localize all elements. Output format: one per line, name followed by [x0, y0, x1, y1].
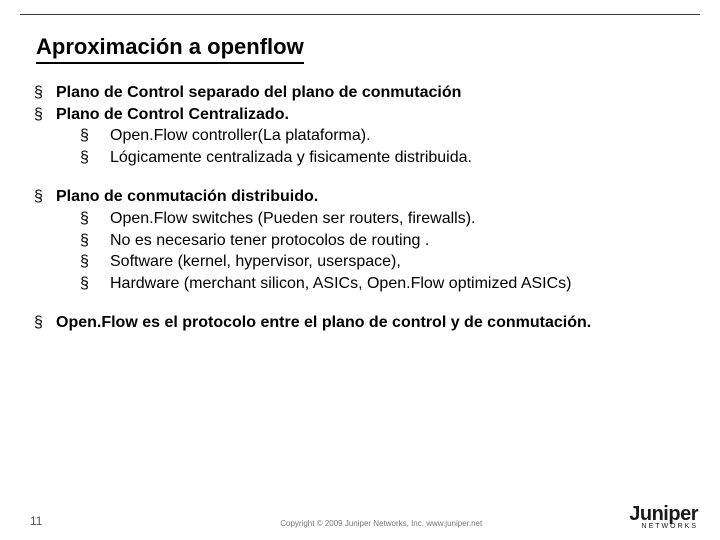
bullet-group: §Plano de Control separado del plano de …: [34, 82, 690, 168]
top-rule: [20, 14, 700, 15]
sub-bullet-text: Lógicamente centralizada y fisicamente d…: [110, 147, 690, 169]
sub-bullet-item: §Lógicamente centralizada y fisicamente …: [34, 147, 690, 169]
bullet-text: Plano de conmutación distribuido.: [56, 186, 690, 208]
bullet-text: Open.Flow es el protocolo entre el plano…: [56, 312, 690, 334]
slide-title: Aproximación a openflow: [36, 34, 304, 64]
bullet-text: Plano de Control separado del plano de c…: [56, 82, 690, 104]
bullet-icon: §: [80, 251, 110, 273]
sub-bullet-item: §Hardware (merchant silicon, ASICs, Open…: [34, 273, 690, 295]
footer: 11 Copyright © 2009 Juniper Networks, In…: [0, 514, 720, 528]
bullet-item: §Open.Flow es el protocolo entre el plan…: [34, 312, 690, 334]
bullet-icon: §: [80, 147, 110, 169]
bullet-icon: §: [34, 104, 56, 126]
sub-bullet-text: Hardware (merchant silicon, ASICs, Open.…: [110, 273, 690, 295]
sub-bullet-item: §Open.Flow controller(La plataforma).: [34, 125, 690, 147]
bullet-icon: §: [80, 125, 110, 147]
sub-bullet-text: Software (kernel, hypervisor, userspace)…: [110, 251, 690, 273]
copyright: Copyright © 2009 Juniper Networks, Inc. …: [72, 519, 690, 528]
bullet-item: §Plano de conmutación distribuido.: [34, 186, 690, 208]
sub-bullet-item: §Open.Flow switches (Pueden ser routers,…: [34, 208, 690, 230]
sub-bullet-item: §No es necesario tener protocolos de rou…: [34, 230, 690, 252]
sub-bullet-text: Open.Flow switches (Pueden ser routers, …: [110, 208, 690, 230]
bullet-item: §Plano de Control Centralizado.: [34, 104, 690, 126]
slide: Aproximación a openflow §Plano de Contro…: [0, 0, 720, 540]
bullet-item: §Plano de Control separado del plano de …: [34, 82, 690, 104]
bullet-group: §Plano de conmutación distribuido.§Open.…: [34, 186, 690, 294]
sub-bullet-item: §Software (kernel, hypervisor, userspace…: [34, 251, 690, 273]
bullet-icon: §: [80, 273, 110, 295]
page-number: 11: [30, 514, 42, 528]
sub-bullet-text: Open.Flow controller(La plataforma).: [110, 125, 690, 147]
bullet-icon: §: [80, 208, 110, 230]
title-wrap: Aproximación a openflow: [30, 34, 690, 64]
bullet-icon: §: [80, 230, 110, 252]
logo-main: Juniper: [629, 505, 698, 523]
bullet-group: §Open.Flow es el protocolo entre el plan…: [34, 312, 690, 334]
bullet-icon: §: [34, 186, 56, 208]
sub-bullet-text: No es necesario tener protocolos de rout…: [110, 230, 690, 252]
content: §Plano de Control separado del plano de …: [30, 82, 690, 334]
logo: Juniper NETWORKS: [629, 505, 698, 530]
bullet-icon: §: [34, 82, 56, 104]
bullet-text: Plano de Control Centralizado.: [56, 104, 690, 126]
bullet-icon: §: [34, 312, 56, 334]
